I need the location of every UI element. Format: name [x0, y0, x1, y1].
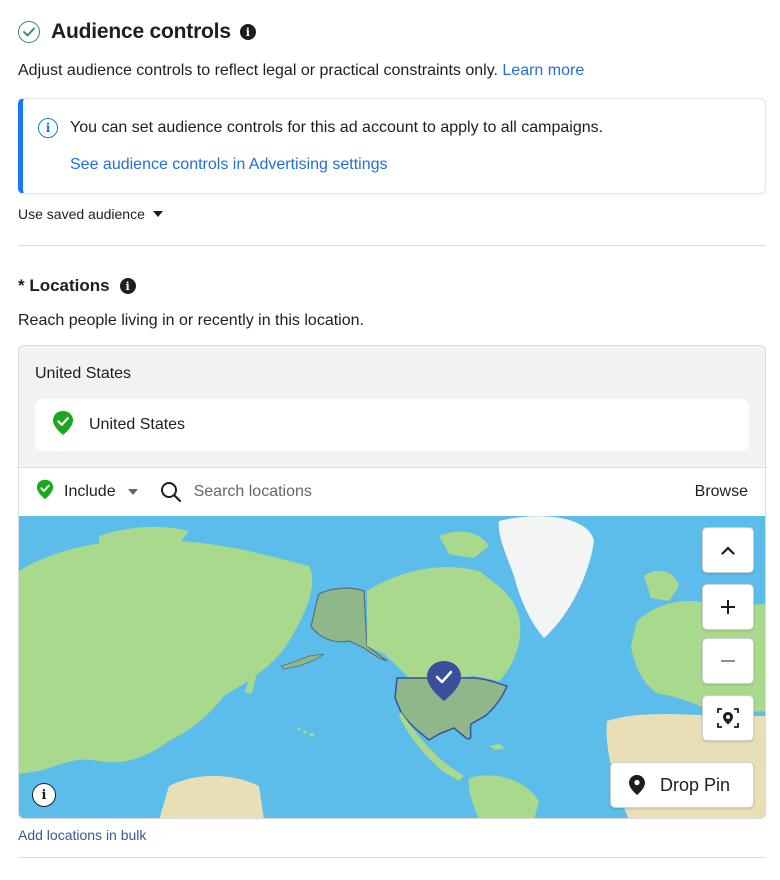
caret-down-icon — [127, 489, 138, 495]
zoom-in-button[interactable] — [702, 584, 754, 630]
divider — [18, 245, 766, 246]
audience-controls-header: Audience controls i — [18, 20, 256, 44]
divider — [18, 857, 766, 858]
shield-check-icon — [52, 410, 74, 441]
chevron-up-icon — [721, 546, 735, 555]
search-icon — [160, 481, 182, 503]
include-label: Include — [64, 483, 116, 500]
audience-controls-title: Audience controls — [51, 20, 231, 43]
locate-target-icon — [717, 708, 739, 728]
audience-controls-description: Adjust audience controls to reflect lega… — [18, 62, 584, 80]
map-info-icon[interactable]: i — [32, 783, 56, 807]
use-saved-audience-dropdown[interactable]: Use saved audience — [18, 206, 163, 222]
browse-button[interactable]: Browse — [695, 483, 748, 501]
add-locations-in-bulk-link[interactable]: Add locations in bulk — [18, 827, 146, 843]
selected-locations: United States United States — [19, 346, 765, 468]
search-locations-input[interactable] — [193, 483, 634, 501]
drop-pin-label: Drop Pin — [660, 774, 731, 795]
drop-pin-button[interactable]: Drop Pin — [610, 762, 754, 808]
minus-icon — [721, 660, 735, 662]
location-map[interactable]: Drop Pin i — [19, 516, 765, 818]
collapse-map-button[interactable] — [702, 527, 754, 573]
caret-down-icon — [152, 211, 163, 217]
info-icon[interactable]: i — [119, 278, 136, 294]
learn-more-link[interactable]: Learn more — [502, 62, 584, 79]
map-pin-icon — [629, 775, 645, 795]
locations-header: * Locations i — [18, 276, 136, 296]
info-icon[interactable]: i — [239, 24, 256, 40]
plus-icon — [721, 600, 735, 614]
zoom-out-button[interactable] — [702, 638, 754, 684]
description-text: Adjust audience controls to reflect lega… — [18, 62, 498, 79]
info-icon: i — [38, 118, 58, 138]
audience-controls-notice: i You can set audience controls for this… — [18, 98, 766, 194]
locations-title: * Locations — [18, 276, 110, 295]
locations-panel: United States United States Include Brow… — [18, 345, 766, 819]
shield-check-icon — [36, 479, 54, 505]
selected-location-label: United States — [89, 416, 186, 433]
notice-text: You can set audience controls for this a… — [70, 119, 604, 136]
locations-description: Reach people living in or recently in th… — [18, 312, 364, 329]
include-dropdown[interactable]: Include — [36, 479, 138, 505]
saved-audience-label: Use saved audience — [18, 206, 145, 222]
selected-location-chip[interactable]: United States — [35, 399, 749, 451]
location-search-row: Include Browse — [19, 468, 765, 516]
advertising-settings-link[interactable]: See audience controls in Advertising set… — [70, 156, 388, 174]
location-group-label: United States — [35, 365, 132, 382]
check-circle-icon — [18, 21, 40, 43]
locate-me-button[interactable] — [702, 695, 754, 741]
